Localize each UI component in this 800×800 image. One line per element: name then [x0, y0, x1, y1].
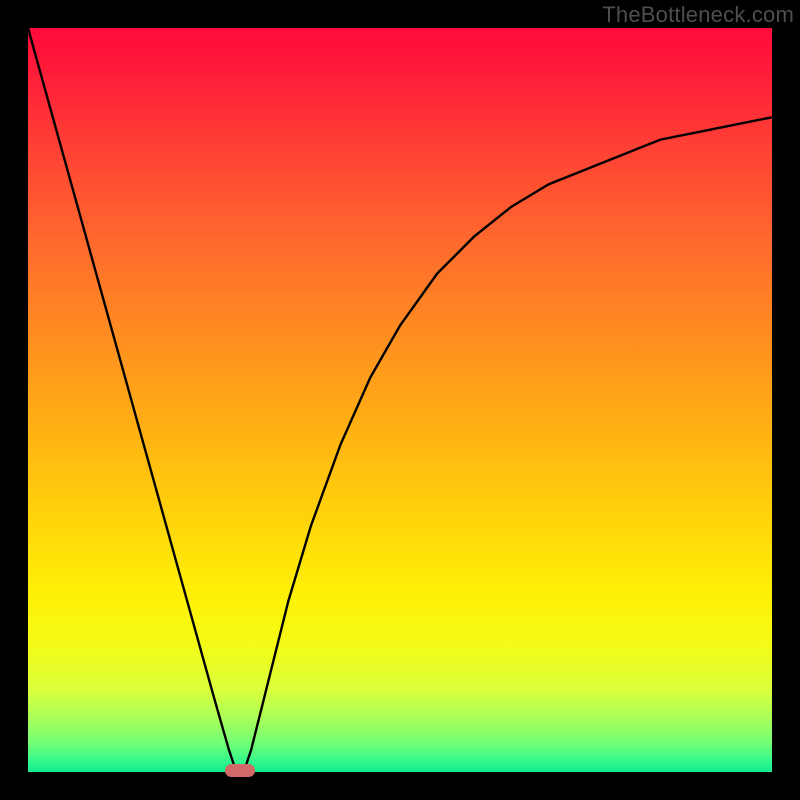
optimal-marker	[225, 764, 255, 777]
watermark-text: TheBottleneck.com	[602, 2, 794, 28]
chart-frame	[28, 28, 772, 772]
bottleneck-curve	[28, 28, 772, 772]
